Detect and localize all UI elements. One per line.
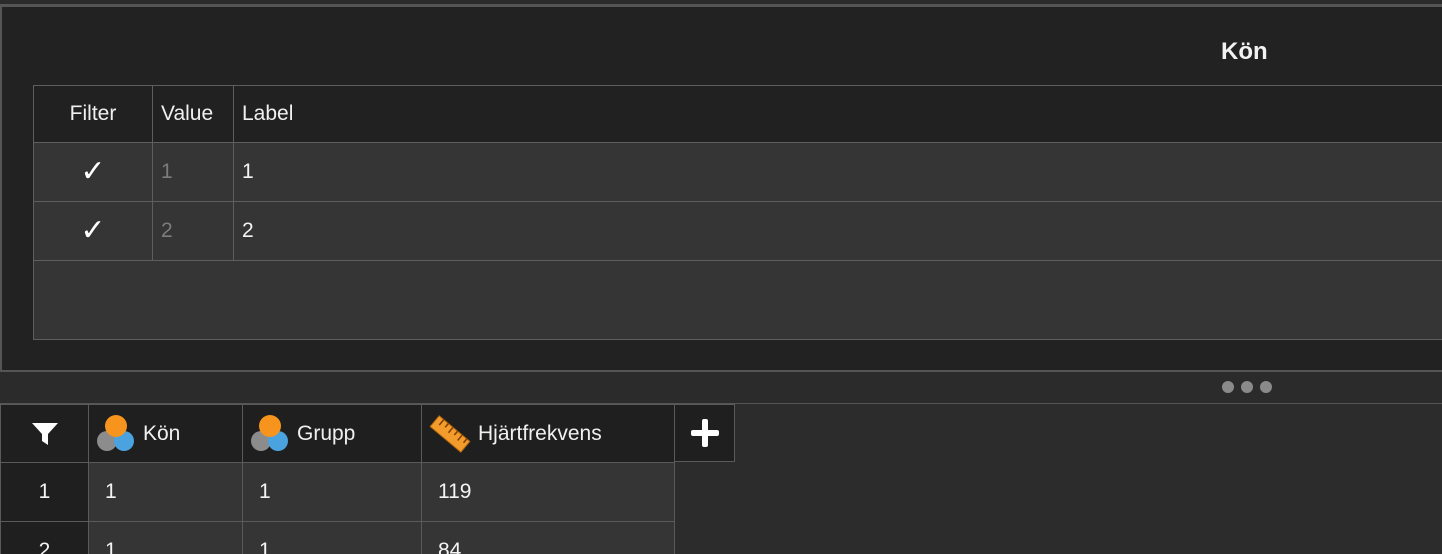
data-grid: Kön Grupp Hjärtfrekvens 1 1 1 119 2 1 1 … [0,404,675,554]
level-label-input[interactable]: 2 [233,201,1442,261]
table-row[interactable]: 1 1 1 119 [0,462,675,522]
checkmark-icon: ✓ [80,155,106,188]
app-frame: Kön Filter Value Label ✓ 1 1 ✓ 2 2 Kön G… [0,0,1442,554]
label-column-header[interactable]: Label [233,85,1442,143]
nominal-variable-icon [97,414,134,451]
variable-title: Kön [1221,38,1268,65]
continuous-variable-ruler-icon [429,414,471,453]
panel-resize-handle[interactable] [1222,381,1272,393]
data-cell[interactable]: 1 [242,462,422,522]
column-name: Kön [143,421,181,445]
row-number[interactable]: 1 [0,462,89,522]
filter-checkbox[interactable]: ✓ [33,142,153,202]
level-row[interactable]: ✓ 1 1 [33,142,1442,202]
splitter-dot [1241,381,1253,393]
empty-level-area [33,260,1442,340]
column-header-grupp[interactable]: Grupp [242,404,422,463]
value-column-header[interactable]: Value [152,85,234,143]
filter-column-header[interactable]: Filter [33,85,153,143]
variable-setup-panel: Kön Filter Value Label ✓ 1 1 ✓ 2 2 [0,4,1442,372]
filter-toggle-button[interactable] [0,404,89,463]
column-header-hjartfrekvens[interactable]: Hjärtfrekvens [421,404,675,463]
level-row[interactable]: ✓ 2 2 [33,201,1442,261]
column-name: Hjärtfrekvens [478,421,602,445]
plus-icon [690,419,719,447]
column-name: Grupp [297,421,356,445]
level-label-input[interactable]: 1 [233,142,1442,202]
add-column-button[interactable] [674,404,735,462]
grid-header-row: Kön Grupp Hjärtfrekvens [0,404,675,463]
checkmark-icon: ✓ [80,214,106,247]
table-row[interactable]: 2 1 1 84 [0,521,675,554]
levels-header-row: Filter Value Label [33,85,1442,143]
filter-checkbox[interactable]: ✓ [33,201,153,261]
row-number[interactable]: 2 [0,521,89,554]
data-cell[interactable]: 1 [242,521,422,554]
splitter-dot [1260,381,1272,393]
level-value: 2 [152,201,234,261]
data-grid-area: Kön Grupp Hjärtfrekvens 1 1 1 119 2 1 1 … [0,403,1442,554]
data-cell[interactable]: 84 [421,521,675,554]
data-cell[interactable]: 119 [421,462,675,522]
level-value: 1 [152,142,234,202]
filter-funnel-icon [31,422,58,445]
levels-table: Filter Value Label ✓ 1 1 ✓ 2 2 [33,85,1442,340]
splitter-dot [1222,381,1234,393]
column-header-kon[interactable]: Kön [88,404,243,463]
data-cell[interactable]: 1 [88,462,243,522]
empty-cell [33,260,1442,340]
nominal-variable-icon [251,414,288,451]
data-cell[interactable]: 1 [88,521,243,554]
